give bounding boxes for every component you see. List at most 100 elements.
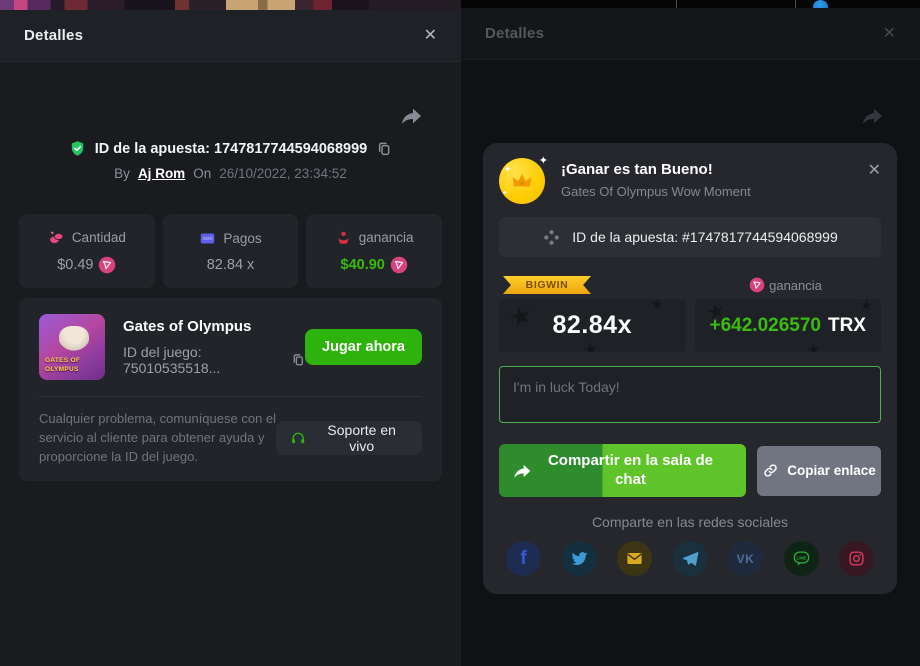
star-decor-icon: ★ (859, 299, 874, 315)
share-message-input[interactable] (499, 366, 881, 423)
share-win-dialog: ✦ ✦ ✦ ¡Ganar es tan Bueno! Gates Of Olym… (483, 143, 897, 594)
social-share-title: Comparte en las redes sociales (499, 514, 881, 530)
bet-id-text: ID de la apuesta: #1747817744594068999 (572, 229, 837, 245)
twitter-icon[interactable] (562, 541, 597, 576)
winner-icon (335, 229, 352, 246)
background-avatar (813, 0, 828, 8)
stat-value: $0.49 (57, 257, 93, 273)
live-support-button[interactable]: Soporte en vivo (276, 421, 422, 455)
by-label: By (114, 166, 130, 181)
game-thumbnail: GATES OF OLYMPUS (39, 314, 105, 380)
stat-label: Pagos (223, 231, 261, 246)
details-modal-header-dimmed: Detalles ✕ (461, 8, 920, 60)
share-icon (512, 461, 532, 481)
background-divider (795, 0, 796, 8)
trx-coin-icon (390, 256, 408, 274)
on-label: On (193, 166, 211, 181)
background-divider (676, 0, 677, 8)
bet-byline: By Aj Rom On 26/10/2022, 23:34:52 (0, 166, 461, 181)
profit-currency: TRX (828, 315, 866, 337)
close-icon: ✕ (883, 26, 896, 42)
details-modal-header: Detalles ✕ (0, 10, 461, 62)
bet-id-box: ID de la apuesta: #1747817744594068999 (499, 217, 881, 257)
details-modal-dimmed: Detalles ✕ ✦ ✦ (461, 8, 920, 666)
copy-icon[interactable] (376, 141, 392, 157)
background-games-strip (0, 0, 461, 10)
line-glyph: LINE (796, 555, 806, 560)
headset-icon (290, 430, 306, 447)
modal-title: Detalles (24, 27, 83, 44)
background-header-strip (461, 0, 920, 8)
share-dialog-title: ¡Ganar es tan Bueno! (561, 161, 868, 178)
sparkle-icon: ✦ (539, 154, 548, 167)
facebook-icon[interactable]: f (506, 541, 541, 576)
payment-card-icon (199, 230, 216, 247)
copy-link-label: Copiar enlace (787, 463, 876, 478)
divider (39, 396, 422, 397)
copy-icon[interactable] (291, 352, 305, 368)
stat-card-profit: ganancia $40.90 (306, 214, 442, 288)
star-decor-icon: ★ (807, 340, 821, 352)
stat-card-amount: Cantidad $0.49 (19, 214, 155, 288)
instagram-icon[interactable] (839, 541, 874, 576)
multiplier-value: 82.84x (553, 311, 632, 340)
star-decor-icon: ★ (506, 299, 536, 334)
stat-value: 82.84 x (207, 257, 255, 273)
share-to-chat-button[interactable]: Compartir en la sala de chat (499, 444, 746, 497)
close-icon[interactable]: ✕ (868, 163, 881, 179)
multiplier-box: ★ ★ ★ 82.84x (499, 299, 686, 352)
copy-link-button[interactable]: Copiar enlace (757, 446, 881, 496)
bet-datetime: 26/10/2022, 23:34:52 (219, 166, 347, 181)
profit-amount: +642.026570 (710, 315, 821, 337)
link-icon (762, 462, 779, 479)
right-panel: Detalles ✕ ✦ ✦ (461, 0, 920, 666)
verified-shield-icon (69, 140, 86, 157)
support-note: Cualquier problema, comuníquese con el s… (39, 410, 276, 467)
username-link[interactable]: Aj Rom (138, 166, 185, 181)
game-id-text: ID del juego: 75010535518... (123, 344, 284, 376)
share-row (0, 62, 461, 128)
game-card: GATES OF OLYMPUS Gates of Olympus ID del… (19, 298, 442, 481)
share-icon (860, 104, 884, 128)
social-icons-row: f VK (499, 541, 881, 576)
bet-stats: Cantidad $0.49 (19, 214, 442, 288)
bet-id-text: ID de la apuesta: 1747817744594068999 (95, 141, 367, 157)
trx-coin-icon (749, 277, 765, 293)
stat-label: ganancia (359, 230, 414, 245)
sparkle-icon: ✦ (502, 189, 508, 197)
dice-icon (542, 228, 561, 247)
email-icon[interactable] (617, 541, 652, 576)
star-decor-icon: ★ (648, 299, 665, 314)
share-to-chat-label: Compartir en la sala de chat (532, 452, 733, 490)
vk-icon[interactable]: VK (728, 541, 763, 576)
play-now-button[interactable]: Jugar ahora (305, 329, 422, 365)
gold-win-badge-icon: ✦ ✦ ✦ (499, 158, 545, 204)
facebook-glyph: f (520, 548, 526, 570)
share-icon[interactable] (399, 104, 423, 128)
sparkle-icon: ✦ (504, 164, 512, 175)
share-row-dimmed (461, 60, 920, 128)
left-panel: Detalles ✕ ID de la apuesta: 17478177445… (0, 0, 461, 666)
star-decor-icon: ★ (582, 339, 600, 352)
live-support-label: Soporte en vivo (315, 422, 408, 454)
bet-id-row: ID de la apuesta: 1747817744594068999 (0, 140, 461, 157)
coins-icon (48, 229, 65, 246)
game-name: Gates of Olympus (123, 318, 305, 335)
screen: Detalles ✕ ID de la apuesta: 17478177445… (0, 0, 920, 666)
telegram-icon[interactable] (673, 541, 708, 576)
modal-title: Detalles (485, 25, 544, 42)
bigwin-badge: BIGWIN (503, 276, 591, 294)
stat-card-payout: Pagos 82.84 x (163, 214, 299, 288)
profit-box: ★ ★ ★ +642.026570 TRX (695, 299, 882, 352)
trx-coin-icon (98, 256, 116, 274)
game-thumbnail-label: GATES OF OLYMPUS (45, 357, 91, 375)
stat-label: Cantidad (72, 230, 126, 245)
crown-icon (508, 169, 536, 195)
stat-value: $40.90 (341, 257, 385, 273)
close-icon[interactable]: ✕ (424, 28, 437, 44)
share-dialog-subtitle: Gates Of Olympus Wow Moment (561, 184, 868, 199)
win-label: ganancia (769, 278, 822, 293)
vk-glyph: VK (737, 552, 755, 566)
line-icon[interactable]: LINE (784, 541, 819, 576)
details-modal: Detalles ✕ ID de la apuesta: 17478177445… (0, 10, 461, 666)
